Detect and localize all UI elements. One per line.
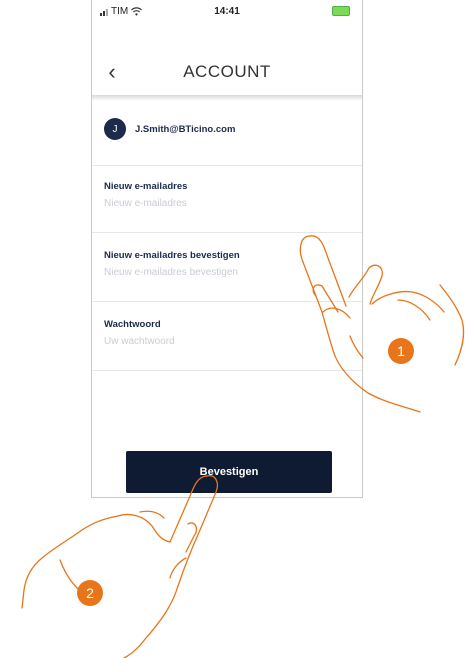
step-badge-2: 2 <box>77 580 103 606</box>
hand-1-icon <box>299 235 421 413</box>
hand-illustrations <box>21 235 465 658</box>
hand-2-icon <box>123 475 219 658</box>
step-badge-1: 1 <box>388 338 414 364</box>
